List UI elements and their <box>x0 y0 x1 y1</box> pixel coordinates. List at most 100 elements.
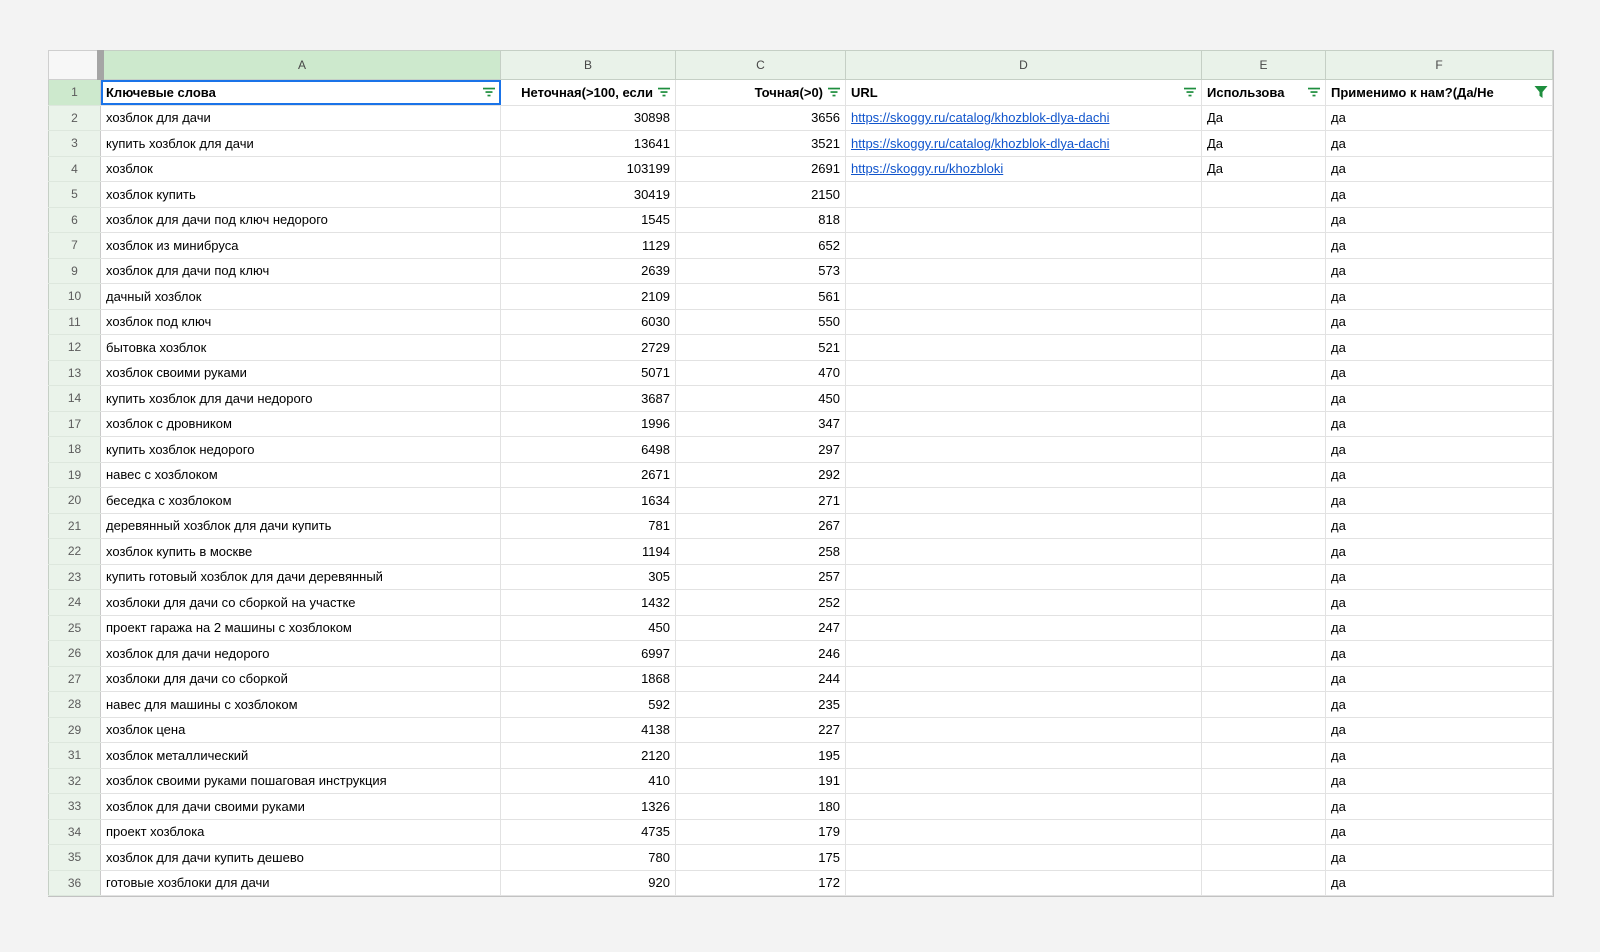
cell-exact[interactable]: 271 <box>676 488 846 514</box>
cell-url[interactable] <box>846 233 1202 259</box>
cell-keyword[interactable]: проект гаража на 2 машины с хозблоком <box>101 615 501 641</box>
cell-exact[interactable]: 257 <box>676 564 846 590</box>
cell-url[interactable]: https://skoggy.ru/khozbloki <box>846 156 1202 182</box>
row-number[interactable]: 2 <box>49 105 101 131</box>
cell-applicable[interactable]: да <box>1326 794 1553 820</box>
cell-used[interactable] <box>1202 743 1326 769</box>
cell-url[interactable] <box>846 870 1202 896</box>
cell-applicable[interactable]: да <box>1326 233 1553 259</box>
cell-keyword[interactable]: дачный хозблок <box>101 284 501 310</box>
cell-keyword[interactable]: бытовка хозблок <box>101 335 501 361</box>
cell-applicable[interactable]: да <box>1326 743 1553 769</box>
row-number[interactable]: 3 <box>49 131 101 157</box>
cell-exact[interactable]: 227 <box>676 717 846 743</box>
row-number[interactable]: 23 <box>49 564 101 590</box>
row-number[interactable]: 22 <box>49 539 101 565</box>
row-number[interactable]: 33 <box>49 794 101 820</box>
cell-applicable[interactable]: да <box>1326 207 1553 233</box>
cell-applicable[interactable]: да <box>1326 131 1553 157</box>
row-number[interactable]: 28 <box>49 692 101 718</box>
cell-url[interactable]: https://skoggy.ru/catalog/khozblok-dlya-… <box>846 105 1202 131</box>
cell-applicable[interactable]: да <box>1326 768 1553 794</box>
cell-url[interactable] <box>846 284 1202 310</box>
filter-header-cell-b[interactable]: Неточная(>100, если <box>501 80 676 106</box>
cell-keyword[interactable]: готовые хозблоки для дачи <box>101 870 501 896</box>
cell-url[interactable] <box>846 386 1202 412</box>
cell-applicable[interactable]: да <box>1326 258 1553 284</box>
cell-applicable[interactable]: да <box>1326 615 1553 641</box>
row-number[interactable]: 7 <box>49 233 101 259</box>
cell-inexact[interactable]: 592 <box>501 692 676 718</box>
row-number[interactable]: 24 <box>49 590 101 616</box>
cell-inexact[interactable]: 30898 <box>501 105 676 131</box>
cell-inexact[interactable]: 920 <box>501 870 676 896</box>
cell-used[interactable] <box>1202 360 1326 386</box>
cell-applicable[interactable]: да <box>1326 156 1553 182</box>
cell-inexact[interactable]: 1129 <box>501 233 676 259</box>
cell-keyword[interactable]: хозблок купить <box>101 182 501 208</box>
cell-exact[interactable]: 347 <box>676 411 846 437</box>
cell-exact[interactable]: 191 <box>676 768 846 794</box>
row-number[interactable]: 5 <box>49 182 101 208</box>
cell-applicable[interactable]: да <box>1326 182 1553 208</box>
cell-inexact[interactable]: 1868 <box>501 666 676 692</box>
cell-keyword[interactable]: купить хозблок недорого <box>101 437 501 463</box>
cell-url[interactable] <box>846 743 1202 769</box>
row-number[interactable]: 11 <box>49 309 101 335</box>
row-number[interactable]: 35 <box>49 845 101 871</box>
cell-used[interactable] <box>1202 794 1326 820</box>
cell-used[interactable] <box>1202 513 1326 539</box>
cell-used[interactable] <box>1202 590 1326 616</box>
cell-applicable[interactable]: да <box>1326 335 1553 361</box>
cell-exact[interactable]: 297 <box>676 437 846 463</box>
cell-inexact[interactable]: 1545 <box>501 207 676 233</box>
cell-used[interactable] <box>1202 641 1326 667</box>
cell-keyword[interactable]: купить готовый хозблок для дачи деревянн… <box>101 564 501 590</box>
cell-applicable[interactable]: да <box>1326 284 1553 310</box>
cell-inexact[interactable]: 1634 <box>501 488 676 514</box>
cell-exact[interactable]: 267 <box>676 513 846 539</box>
cell-url[interactable]: https://skoggy.ru/catalog/khozblok-dlya-… <box>846 131 1202 157</box>
cell-used[interactable] <box>1202 870 1326 896</box>
cell-used[interactable] <box>1202 564 1326 590</box>
cell-inexact[interactable]: 1194 <box>501 539 676 565</box>
cell-used[interactable] <box>1202 411 1326 437</box>
cell-keyword[interactable]: проект хозблока <box>101 819 501 845</box>
row-number[interactable]: 31 <box>49 743 101 769</box>
cell-url[interactable] <box>846 462 1202 488</box>
cell-used[interactable] <box>1202 768 1326 794</box>
cell-used[interactable] <box>1202 666 1326 692</box>
cell-keyword[interactable]: хозблок для дачи купить дешево <box>101 845 501 871</box>
cell-used[interactable] <box>1202 284 1326 310</box>
cell-keyword[interactable]: хозблоки для дачи со сборкой <box>101 666 501 692</box>
cell-keyword[interactable]: хозблок для дачи под ключ недорого <box>101 207 501 233</box>
cell-used[interactable] <box>1202 845 1326 871</box>
cell-inexact[interactable]: 3687 <box>501 386 676 412</box>
cell-exact[interactable]: 561 <box>676 284 846 310</box>
cell-inexact[interactable]: 2639 <box>501 258 676 284</box>
cell-inexact[interactable]: 6997 <box>501 641 676 667</box>
cell-url[interactable] <box>846 437 1202 463</box>
cell-inexact[interactable]: 1326 <box>501 794 676 820</box>
cell-exact[interactable]: 2150 <box>676 182 846 208</box>
cell-exact[interactable]: 450 <box>676 386 846 412</box>
cell-url[interactable] <box>846 768 1202 794</box>
cell-keyword[interactable]: купить хозблок для дачи недорого <box>101 386 501 412</box>
cell-keyword[interactable]: хозблок для дачи <box>101 105 501 131</box>
cell-keyword[interactable]: хозблок металлический <box>101 743 501 769</box>
cell-applicable[interactable]: да <box>1326 386 1553 412</box>
cell-applicable[interactable]: да <box>1326 870 1553 896</box>
cell-inexact[interactable]: 2120 <box>501 743 676 769</box>
cell-keyword[interactable]: хозблок под ключ <box>101 309 501 335</box>
cell-inexact[interactable]: 4735 <box>501 819 676 845</box>
cell-url[interactable] <box>846 615 1202 641</box>
cell-keyword[interactable]: хозблок для дачи недорого <box>101 641 501 667</box>
cell-inexact[interactable]: 30419 <box>501 182 676 208</box>
cell-used[interactable] <box>1202 182 1326 208</box>
cell-inexact[interactable]: 450 <box>501 615 676 641</box>
cell-inexact[interactable]: 780 <box>501 845 676 871</box>
cell-applicable[interactable]: да <box>1326 437 1553 463</box>
url-link[interactable]: https://skoggy.ru/khozbloki <box>851 161 1003 176</box>
cell-used[interactable] <box>1202 437 1326 463</box>
cell-used[interactable]: Да <box>1202 131 1326 157</box>
